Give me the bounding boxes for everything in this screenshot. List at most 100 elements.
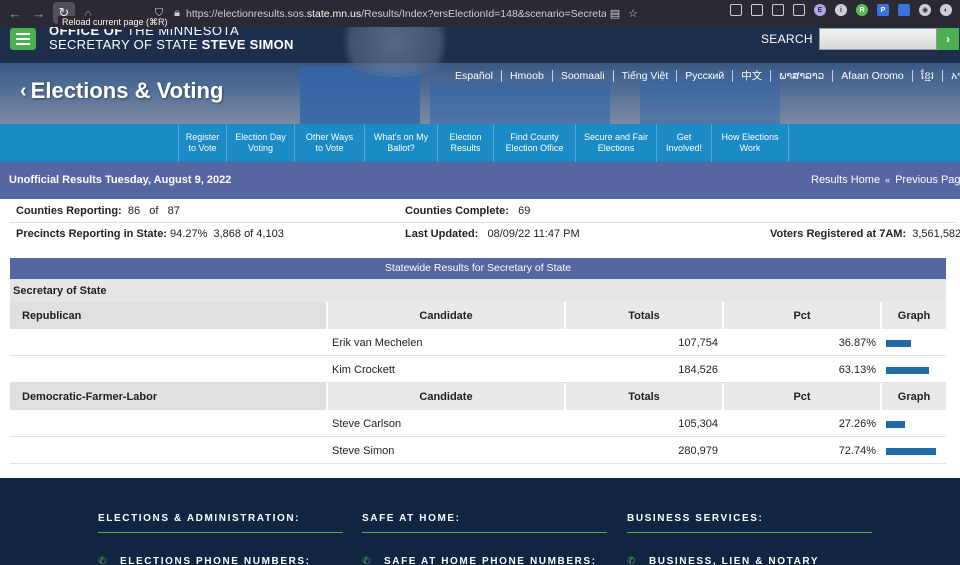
- candidate-row: Steve Carlson 105,304 27.26%: [10, 410, 946, 437]
- vote-share-bar: [886, 448, 936, 455]
- results-title: Unofficial Results Tuesday, August 9, 20…: [9, 174, 232, 186]
- precincts-reporting: Precincts Reporting in State: 94.27% 3,8…: [16, 228, 284, 240]
- office-row: Secretary of State: [10, 279, 946, 302]
- counties-reporting: Counties Reporting: 86 of 87: [16, 205, 180, 217]
- nav-item[interactable]: What's on My Ballot?: [364, 124, 437, 162]
- reload-tooltip: Reload current page (⌘R): [58, 16, 172, 29]
- nav-item-label: Register: [185, 132, 220, 142]
- party-name: Republican: [10, 302, 326, 329]
- bookmark-star-icon[interactable]: ☆: [624, 7, 642, 20]
- language-link[interactable]: Русский: [676, 70, 732, 82]
- footer-elections-phone[interactable]: ✆ ELECTIONS PHONE NUMBERS:: [98, 556, 311, 565]
- nav-item[interactable]: Other Ways to Vote: [294, 124, 364, 162]
- footer-business-link[interactable]: ✆ BUSINESS, LIEN & NOTARY: [627, 556, 819, 565]
- forward-icon[interactable]: →: [28, 2, 50, 24]
- library-icon[interactable]: [772, 4, 784, 16]
- candidate-row: Erik van Mechelen 107,754 36.87%: [10, 329, 946, 356]
- office-logo[interactable]: OFFICE OF THE MINNESOTA SECRETARY OF STA…: [49, 27, 294, 52]
- footer-safe-at-home-phone[interactable]: ✆ SAFE AT HOME PHONE NUMBERS:: [362, 556, 597, 565]
- nav-item-label: Other Ways: [305, 132, 354, 142]
- column-header-pct: Pct: [722, 302, 880, 329]
- nav-item-label: Ballot?: [387, 143, 415, 153]
- footer-heading-elections: ELECTIONS & ADMINISTRATION:: [98, 513, 301, 524]
- column-header-graph: Graph: [880, 383, 946, 410]
- footer-heading-business: BUSINESS SERVICES:: [627, 513, 764, 524]
- language-link[interactable]: ພາສາລາວ: [770, 70, 832, 82]
- url-bar[interactable]: ⛉ 🔒︎ https://electionresults.sos.state.m…: [150, 3, 650, 24]
- voters-registered: Voters Registered at 7AM: 3,561,582: [770, 228, 960, 240]
- extension-rss-icon[interactable]: R: [856, 4, 868, 16]
- shield-extension-icon[interactable]: [751, 4, 763, 16]
- nav-item[interactable]: Register to Vote: [178, 124, 226, 162]
- last-updated: Last Updated: 08/09/22 11:47 PM: [405, 228, 580, 240]
- search-submit-button[interactable]: ›: [937, 28, 959, 50]
- language-bar: Español Hmoob Soomaali Tiếng Việt Русский 中文ພ…: [447, 70, 960, 82]
- nav-item-label: Election: [449, 132, 482, 142]
- nav-item-label: Get: [676, 132, 692, 142]
- candidate-name: Steve Carlson: [332, 417, 402, 430]
- previous-page-link[interactable]: Previous Page: [895, 174, 960, 186]
- language-link[interactable]: 中文: [732, 70, 770, 82]
- results-breadcrumb: Results Home « Previous Page: [811, 174, 960, 186]
- nav-item-label: Elections: [597, 143, 635, 153]
- candidate-name: Erik van Mechelen: [332, 336, 423, 349]
- extension-p-icon[interactable]: P: [877, 4, 889, 16]
- header-photo-booth: [640, 75, 780, 124]
- extension-square-icon[interactable]: [898, 4, 910, 16]
- column-header-graph: Graph: [880, 302, 946, 329]
- nav-item-label: to Vote: [188, 143, 217, 153]
- phone-icon: ✆: [362, 556, 372, 565]
- vote-share-bar: [886, 367, 929, 374]
- nav-item-label: Election Office: [505, 143, 564, 153]
- language-link[interactable]: Soomaali: [551, 70, 613, 82]
- candidate-total: 105,304: [678, 417, 718, 430]
- search-input[interactable]: [819, 28, 937, 50]
- url-text[interactable]: https://electionresults.sos.state.mn.us/…: [186, 8, 606, 20]
- candidate-pct: 63.13%: [838, 363, 876, 376]
- menu-icon[interactable]: [10, 28, 36, 50]
- nav-item-label: Voting: [247, 143, 274, 153]
- pocket-icon[interactable]: [730, 4, 742, 16]
- nav-item-label: Find County: [510, 132, 559, 142]
- candidate-name: Steve Simon: [332, 444, 395, 457]
- nav-item-label: to Vote: [315, 143, 344, 153]
- language-link[interactable]: Tiếng Việt: [612, 70, 677, 82]
- nav-item[interactable]: How Elections Work: [711, 124, 789, 162]
- phone-icon: ✆: [627, 556, 637, 565]
- footer-divider: [98, 532, 343, 533]
- language-link[interactable]: Afaan Oromo: [832, 70, 911, 82]
- info-icon[interactable]: i: [835, 4, 847, 16]
- nav-item[interactable]: Election Results: [437, 124, 493, 162]
- nav-item[interactable]: Secure and Fair Elections: [575, 124, 656, 162]
- header-photo-booth: [430, 82, 610, 124]
- column-header-totals: Totals: [564, 383, 722, 410]
- extension-globe-icon[interactable]: ◐: [940, 4, 952, 16]
- main-navigation: Register to Vote Election Day Voting Other W…: [0, 124, 960, 162]
- extension-e-icon[interactable]: E: [814, 4, 826, 16]
- language-link[interactable]: Español: [447, 70, 501, 82]
- language-link[interactable]: Hmoob: [500, 70, 552, 82]
- site-footer: ELECTIONS & ADMINISTRATION: SAFE AT HOME…: [0, 478, 960, 565]
- reader-view-icon[interactable]: ▤: [606, 7, 624, 20]
- nav-item[interactable]: Find County Election Office: [493, 124, 575, 162]
- candidate-row: Kim Crockett 184,526 63.13%: [10, 356, 946, 383]
- nav-item[interactable]: Get Involved!: [656, 124, 711, 162]
- nav-item-label: Work: [739, 143, 761, 153]
- page-title[interactable]: ‹ Elections & Voting: [20, 78, 223, 104]
- results-title-bar: Unofficial Results Tuesday, August 9, 20…: [0, 162, 960, 199]
- footer-divider: [362, 532, 607, 533]
- candidate-pct: 36.87%: [838, 336, 876, 349]
- language-link[interactable]: ខ្មែរ: [911, 70, 942, 82]
- footer-heading-safe-at-home: SAFE AT HOME:: [362, 513, 461, 524]
- nav-item-label: Election Day: [235, 132, 286, 142]
- nav-item-label: Involved!: [665, 143, 703, 153]
- nav-item[interactable]: Election Day Voting: [226, 124, 294, 162]
- column-header-candidate: Candidate: [326, 383, 564, 410]
- stats-divider: [10, 222, 955, 223]
- language-link[interactable]: አማርኛ: [942, 70, 960, 82]
- chevron-left-icon: ‹: [20, 79, 27, 102]
- sidebar-icon[interactable]: [793, 4, 805, 16]
- back-icon[interactable]: ←: [4, 2, 26, 24]
- extension-mask-icon[interactable]: ◉: [919, 4, 931, 16]
- results-home-link[interactable]: Results Home: [811, 174, 880, 186]
